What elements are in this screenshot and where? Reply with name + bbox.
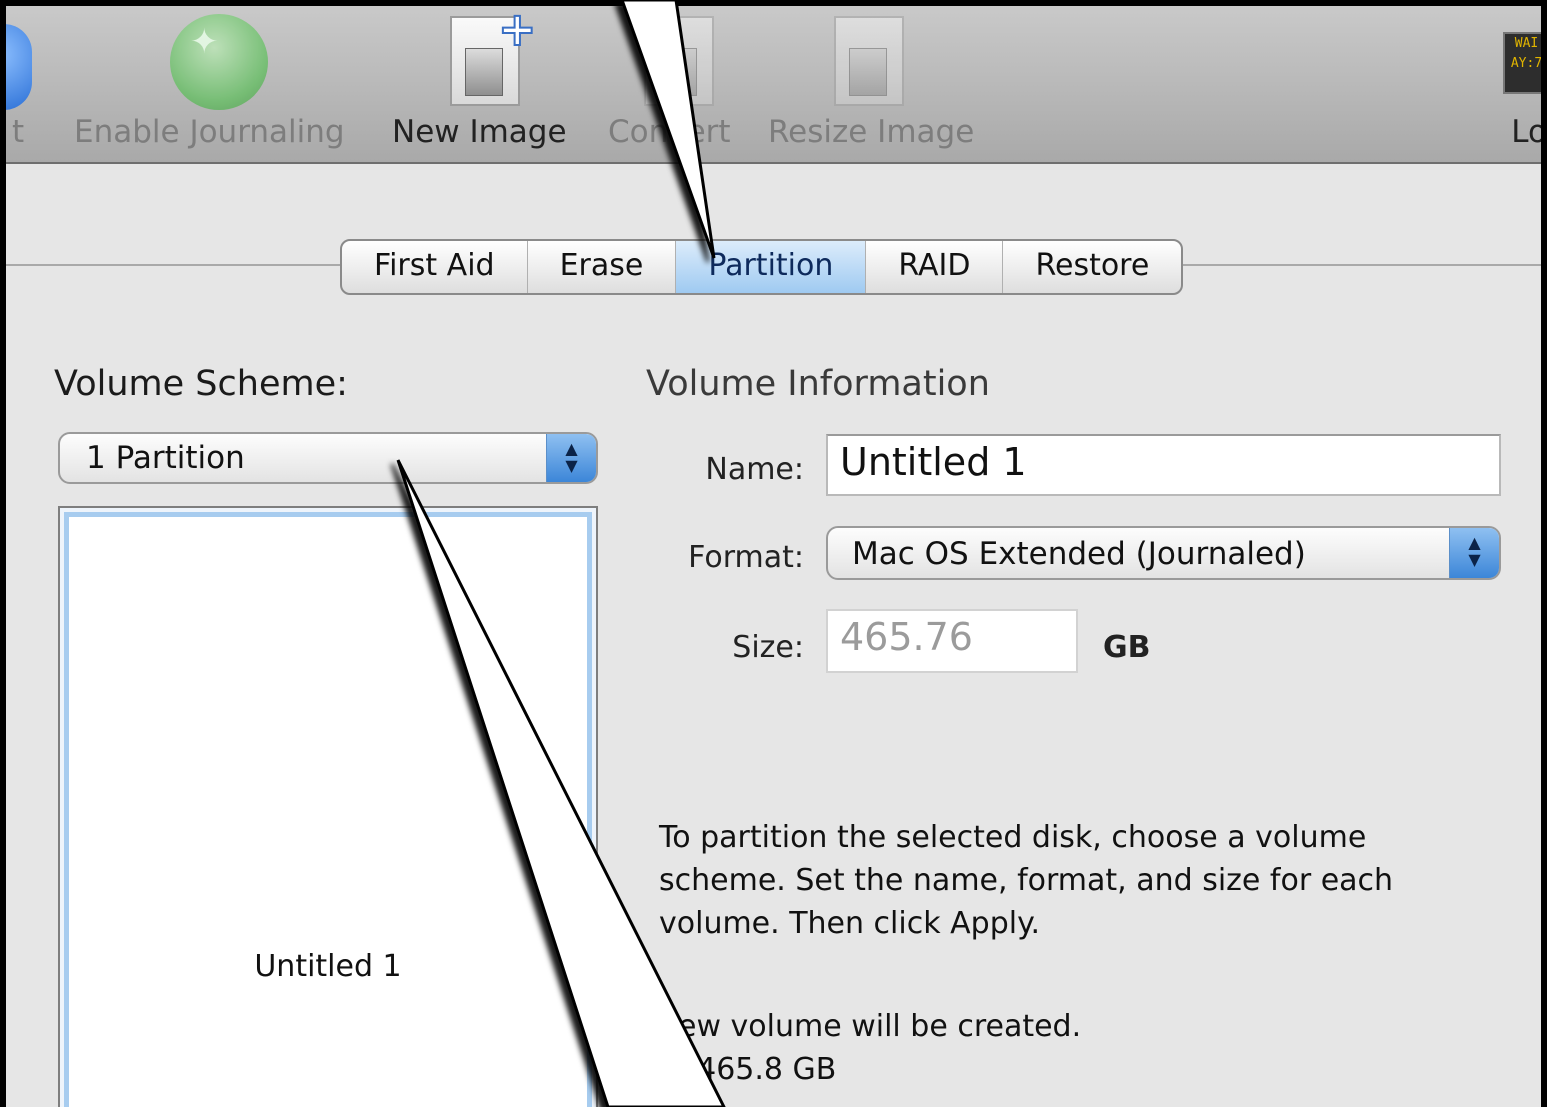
journaling-icon [170, 14, 268, 110]
partition-block-label: Untitled 1 [254, 949, 402, 984]
volume-count-info: new volume will be created. [659, 1009, 1082, 1044]
partition-block[interactable]: Untitled 1 [64, 512, 592, 1107]
toolbar-label: Resize Image [768, 114, 975, 150]
name-field-value: Untitled 1 [840, 440, 1027, 484]
size-field[interactable]: 465.76 [826, 609, 1078, 673]
volume-scheme-heading: Volume Scheme: [54, 364, 348, 404]
toolbar-label: New Image [392, 114, 567, 150]
toolbar-item-convert[interactable]: Convert [604, 6, 754, 162]
toolbar: t Enable Journaling + New Image Convert … [6, 6, 1541, 164]
format-value: Mac OS Extended (Journaled) [852, 536, 1306, 572]
convert-icon [644, 16, 714, 106]
tab-first-aid[interactable]: First Aid [342, 241, 528, 293]
toolbar-item-new-image[interactable]: + New Image [386, 6, 586, 162]
resize-image-icon [834, 16, 904, 106]
toolbar-label: Convert [608, 114, 731, 150]
disk-icon [6, 24, 32, 110]
popup-arrows-icon: ▲ ▼ [1449, 528, 1499, 578]
volume-scheme-popup[interactable]: 1 Partition ▲ ▼ [58, 432, 598, 484]
tab-restore[interactable]: Restore [1003, 241, 1181, 293]
format-label: Format: [688, 540, 804, 575]
toolbar-item-cut-off[interactable]: t [6, 6, 66, 162]
toolbar-label: Enable Journaling [74, 114, 345, 150]
name-field[interactable]: Untitled 1 [826, 434, 1501, 496]
window-frame: t Enable Journaling + New Image Convert … [0, 0, 1547, 1107]
log-icon: WAI AY:7 [1503, 32, 1541, 94]
toolbar-label: Lo [1511, 114, 1547, 150]
toolbar-item-log[interactable]: WAI AY:7 Lo [1466, 6, 1547, 162]
tab-erase[interactable]: Erase [528, 241, 677, 293]
tab-bar: First Aid Erase Partition RAID Restore [340, 239, 1184, 295]
name-label: Name: [705, 452, 804, 487]
partition-map[interactable]: Untitled 1 [58, 506, 598, 1107]
tab-partition[interactable]: Partition [676, 241, 867, 293]
volume-scheme-value: 1 Partition [86, 440, 245, 476]
partition-instructions: To partition the selected disk, choose a… [659, 820, 1394, 941]
size-field-value: 465.76 [840, 615, 973, 659]
toolbar-label: t [12, 114, 25, 150]
plus-icon: + [497, 2, 538, 57]
format-popup[interactable]: Mac OS Extended (Journaled) ▲ ▼ [826, 526, 1501, 580]
drive-icon [659, 48, 697, 96]
drive-icon [849, 48, 887, 96]
tab-raid[interactable]: RAID [866, 241, 1004, 293]
size-label: Size: [732, 630, 804, 665]
new-image-icon: + [450, 6, 538, 106]
volume-size-info: e: 465.8 GB [659, 1052, 837, 1087]
toolbar-item-resize-image[interactable]: Resize Image [764, 6, 1004, 162]
toolbar-item-enable-journaling[interactable]: Enable Journaling [66, 6, 366, 162]
volume-information-heading: Volume Information [646, 364, 990, 404]
size-unit: GB [1103, 630, 1151, 665]
popup-arrows-icon: ▲ ▼ [546, 434, 596, 482]
